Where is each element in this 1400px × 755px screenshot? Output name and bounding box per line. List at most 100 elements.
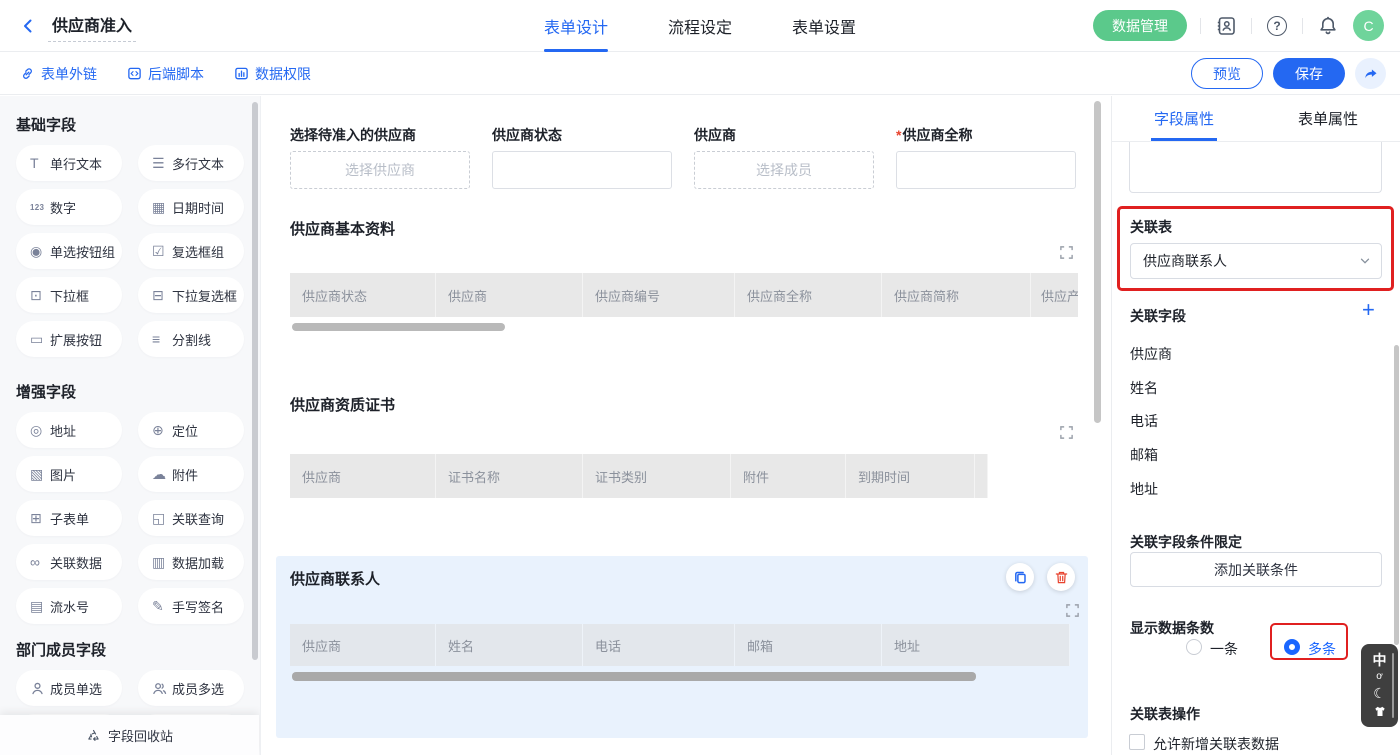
table-ops-label: 关联表操作 <box>1130 704 1200 724</box>
sidebar-scrollbar[interactable] <box>252 102 258 660</box>
recycle-label: 字段回收站 <box>108 726 173 745</box>
horizontal-scrollbar[interactable] <box>292 672 976 681</box>
field-label: *供应商全称 <box>896 125 972 145</box>
sidebar-item-datetime[interactable]: ▦日期时间 <box>138 189 244 225</box>
column-header: 地址 <box>882 624 1070 666</box>
relation-field-item[interactable]: 地址 <box>1130 479 1158 499</box>
save-button[interactable]: 保存 <box>1273 58 1345 89</box>
sidebar-item-data-load[interactable]: ▥数据加载 <box>138 544 244 580</box>
required-mark: * <box>896 127 901 143</box>
panel-scrollbar[interactable] <box>1394 345 1399 645</box>
sidebar-item-checkbox-group[interactable]: ☑复选框组 <box>138 233 244 269</box>
help-icon[interactable]: ? <box>1265 14 1289 38</box>
ime-halfwidth-moon-icon[interactable]: ☾ <box>1373 686 1386 700</box>
sidebar-item-number[interactable]: 123数字 <box>16 189 122 225</box>
sidebar-item-locate[interactable]: ⊕定位 <box>138 412 244 448</box>
sidebar-item-single-line-text[interactable]: T单行文本 <box>16 145 122 181</box>
supplier-fullname-field[interactable] <box>896 151 1076 189</box>
tab-form-properties[interactable]: 表单属性 <box>1256 96 1400 141</box>
relation-table-label: 关联表 <box>1130 217 1172 237</box>
add-relation-field-button[interactable]: + <box>1362 300 1375 320</box>
expand-icon[interactable] <box>1065 603 1080 623</box>
sidebar-item-dropdown[interactable]: ⊡下拉框 <box>16 277 122 313</box>
field-recycle-bin[interactable]: 字段回收站 <box>0 715 259 755</box>
horizontal-scrollbar[interactable] <box>292 323 505 331</box>
delete-button[interactable] <box>1047 563 1075 591</box>
sidebar-item-radio-group[interactable]: ◉单选按钮组 <box>16 233 122 269</box>
sub-toolbar: 表单外链 后端脚本 数据权限 预览 保存 <box>0 53 1400 95</box>
divider <box>1251 18 1252 34</box>
preview-button[interactable]: 预览 <box>1191 58 1263 89</box>
pin-icon: ◎ <box>30 422 50 439</box>
sidebar-item-image[interactable]: ▧图片 <box>16 456 122 492</box>
page-title[interactable]: 供应商准入 <box>48 10 136 42</box>
relation-field-item[interactable]: 邮箱 <box>1130 445 1158 465</box>
radio-multi[interactable] <box>1284 639 1300 655</box>
expand-icon[interactable] <box>1059 245 1074 265</box>
item-label: 下拉复选框 <box>172 286 237 305</box>
contacts-icon[interactable] <box>1214 14 1238 38</box>
copy-button[interactable] <box>1006 563 1034 591</box>
sidebar-item-multi-line-text[interactable]: ☰多行文本 <box>138 145 244 181</box>
canvas-scrollbar[interactable] <box>1094 101 1101 423</box>
radio-single[interactable] <box>1186 639 1202 655</box>
permission-icon <box>234 66 249 81</box>
column-header: 供应商 <box>436 273 583 317</box>
sidebar-item-divider-line[interactable]: ≡分割线 <box>138 321 244 357</box>
sidebar-item-multi-dropdown[interactable]: ⊟下拉复选框 <box>138 277 244 313</box>
back-button[interactable] <box>16 14 40 38</box>
number-icon: 123 <box>30 203 50 212</box>
relation-field-item[interactable]: 姓名 <box>1130 378 1158 398</box>
field-name-input-partial[interactable] <box>1129 142 1382 193</box>
tab-field-properties[interactable]: 字段属性 <box>1112 96 1256 141</box>
ime-handle[interactable] <box>1392 653 1394 718</box>
expand-icon[interactable] <box>1059 425 1074 445</box>
sidebar-item-relation-query[interactable]: ◱关联查询 <box>138 500 244 536</box>
column-header: 供应商编号 <box>583 273 735 317</box>
add-condition-button[interactable]: 添加关联条件 <box>1130 552 1382 587</box>
bell-icon[interactable] <box>1316 14 1340 38</box>
relation-field-item[interactable]: 供应商 <box>1130 344 1172 364</box>
sidebar-item-signature[interactable]: ✎手写签名 <box>138 588 244 624</box>
radio-multi-label[interactable]: 多条 <box>1308 639 1336 659</box>
avatar[interactable]: C <box>1353 10 1384 41</box>
relation-table-select[interactable]: 供应商联系人 <box>1130 243 1382 279</box>
sidebar-item-member-single[interactable]: 成员单选 <box>16 670 122 706</box>
item-label: 成员多选 <box>172 679 224 698</box>
subform-contacts-header: 供应商 姓名 电话 邮箱 地址 <box>290 624 1070 666</box>
allow-add-checkbox[interactable] <box>1129 734 1145 750</box>
data-manage-button[interactable]: 数据管理 <box>1093 10 1187 41</box>
column-header: 供应商全称 <box>735 273 882 317</box>
subform-contacts-selected[interactable]: 供应商联系人 供应商 姓名 电话 邮箱 地址 <box>276 556 1088 738</box>
radio-single-label[interactable]: 一条 <box>1210 639 1238 659</box>
sidebar-item-attachment[interactable]: ☁附件 <box>138 456 244 492</box>
tab-form-design[interactable]: 表单设计 <box>544 0 608 52</box>
supplier-status-field[interactable] <box>492 151 672 189</box>
divider-icon: ≡ <box>152 331 172 347</box>
ime-skin-icon[interactable] <box>1373 705 1387 718</box>
tab-flow-setting[interactable]: 流程设定 <box>668 0 732 52</box>
sidebar-item-member-multi[interactable]: 成员多选 <box>138 670 244 706</box>
tab-form-settings[interactable]: 表单设置 <box>792 0 856 52</box>
sidebar-item-serial-number[interactable]: ▤流水号 <box>16 588 122 624</box>
data-permission-button[interactable]: 数据权限 <box>234 64 311 84</box>
column-header: 供应产 <box>1031 273 1078 317</box>
item-label: 地址 <box>50 421 76 440</box>
input-method-widget[interactable]: 中 ơ ☾ <box>1361 644 1398 727</box>
share-button[interactable] <box>1355 58 1386 89</box>
backend-script-button[interactable]: 后端脚本 <box>127 64 204 84</box>
supplier-member-field[interactable] <box>694 151 874 189</box>
sidebar-item-extend-button[interactable]: ▭扩展按钮 <box>16 321 122 357</box>
allow-add-label[interactable]: 允许新增关联表数据 <box>1153 734 1279 754</box>
relation-field-item[interactable]: 电话 <box>1130 411 1158 431</box>
form-external-link-button[interactable]: 表单外链 <box>20 64 97 84</box>
column-header: 姓名 <box>436 624 583 666</box>
column-header: 供应商 <box>290 624 436 666</box>
ime-lang-indicator[interactable]: 中 <box>1373 653 1387 667</box>
item-label: 关联查询 <box>172 509 224 528</box>
select-supplier-field[interactable] <box>290 151 470 189</box>
sidebar-item-subform[interactable]: ⊞子表单 <box>16 500 122 536</box>
sidebar-item-relation-data[interactable]: ∞关联数据 <box>16 544 122 580</box>
ime-punctuation-icon[interactable]: ơ <box>1376 672 1383 682</box>
sidebar-item-address[interactable]: ◎地址 <box>16 412 122 448</box>
